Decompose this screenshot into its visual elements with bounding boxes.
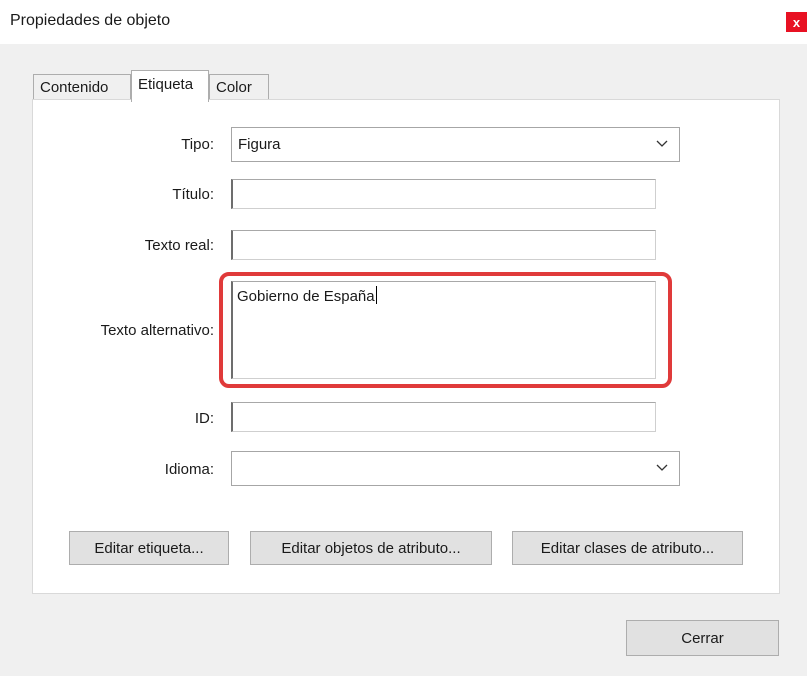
tab-label: Contenido: [40, 79, 109, 96]
dialog-titlebar: Propiedades de objeto x: [0, 0, 807, 44]
tipo-select[interactable]: Figura: [231, 127, 680, 162]
tipo-value: Figura: [238, 136, 281, 153]
titulo-label: Título:: [172, 186, 214, 203]
editar-etiqueta-button[interactable]: Editar etiqueta...: [69, 531, 229, 565]
dialog-title: Propiedades de objeto: [10, 12, 171, 29]
titulo-field[interactable]: [231, 179, 656, 209]
idioma-select[interactable]: [231, 451, 680, 486]
close-button[interactable]: x: [786, 12, 807, 32]
tab-label: Color: [216, 79, 252, 96]
button-label: Editar etiqueta...: [94, 539, 204, 557]
button-label: Cerrar: [681, 629, 724, 647]
texto-alternativo-label: Texto alternativo:: [100, 322, 214, 339]
tab-contenido[interactable]: Contenido: [33, 74, 131, 100]
button-label: Editar objetos de atributo...: [281, 539, 461, 557]
id-field[interactable]: [231, 402, 656, 432]
texto-alternativo-value: Gobierno de España: [237, 288, 375, 305]
id-label: ID:: [194, 410, 214, 427]
tab-etiqueta[interactable]: Etiqueta: [131, 70, 209, 102]
tab-color[interactable]: Color: [209, 74, 269, 100]
button-label: Editar clases de atributo...: [540, 539, 715, 557]
editar-clases-atributo-button[interactable]: Editar clases de atributo...: [512, 531, 743, 565]
close-icon: x: [792, 14, 801, 30]
tab-label: Etiqueta: [138, 76, 194, 93]
texto-alternativo-content: Gobierno de España: [237, 286, 377, 305]
texto-real-label: Texto real:: [144, 237, 214, 254]
cerrar-button[interactable]: Cerrar: [626, 620, 779, 656]
chevron-down-icon: [656, 464, 668, 471]
editar-objetos-atributo-button[interactable]: Editar objetos de atributo...: [250, 531, 492, 565]
chevron-down-icon: [656, 140, 668, 147]
text-caret: [375, 286, 377, 304]
texto-alternativo-field[interactable]: Gobierno de España: [231, 281, 656, 379]
texto-real-field[interactable]: [231, 230, 656, 260]
idioma-label: Idioma:: [164, 461, 214, 478]
tipo-label: Tipo:: [181, 136, 214, 153]
